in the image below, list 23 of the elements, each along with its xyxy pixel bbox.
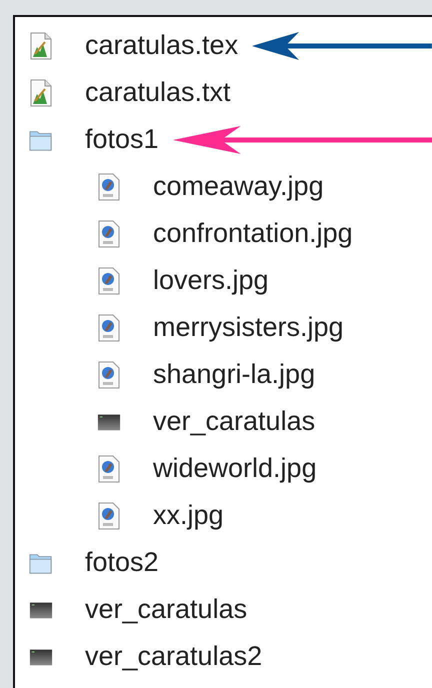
file-name[interactable]: comeaway.jpg	[153, 171, 324, 202]
file-name[interactable]: ver_caratulas2	[85, 641, 262, 672]
image-file-icon	[97, 502, 121, 530]
file-name[interactable]: ver_caratulas	[85, 594, 248, 625]
image-file-icon	[97, 220, 121, 248]
document-icon	[29, 78, 53, 106]
file-name[interactable]: shangri-la.jpg	[153, 359, 316, 390]
image-file-icon	[97, 172, 121, 200]
file-name[interactable]: confrontation.jpg	[153, 218, 353, 249]
document-icon	[29, 32, 53, 60]
file-name[interactable]: merrysisters.jpg	[153, 312, 344, 343]
file-name[interactable]: fotos2	[85, 547, 159, 578]
file-name[interactable]: caratulas.tex	[85, 30, 238, 61]
file-name[interactable]: caratulas.txt	[85, 77, 231, 108]
image-file-icon	[97, 314, 121, 342]
image-file-icon	[97, 266, 121, 294]
image-file-icon	[97, 360, 121, 388]
image-file-icon	[97, 454, 121, 482]
file-name[interactable]: lovers.jpg	[153, 265, 269, 296]
file-name[interactable]: wideworld.jpg	[153, 453, 317, 484]
file-name[interactable]: fotos1	[85, 124, 159, 155]
file-name[interactable]: ver_caratulas	[153, 406, 316, 437]
file-name[interactable]: xx.jpg	[153, 500, 224, 531]
